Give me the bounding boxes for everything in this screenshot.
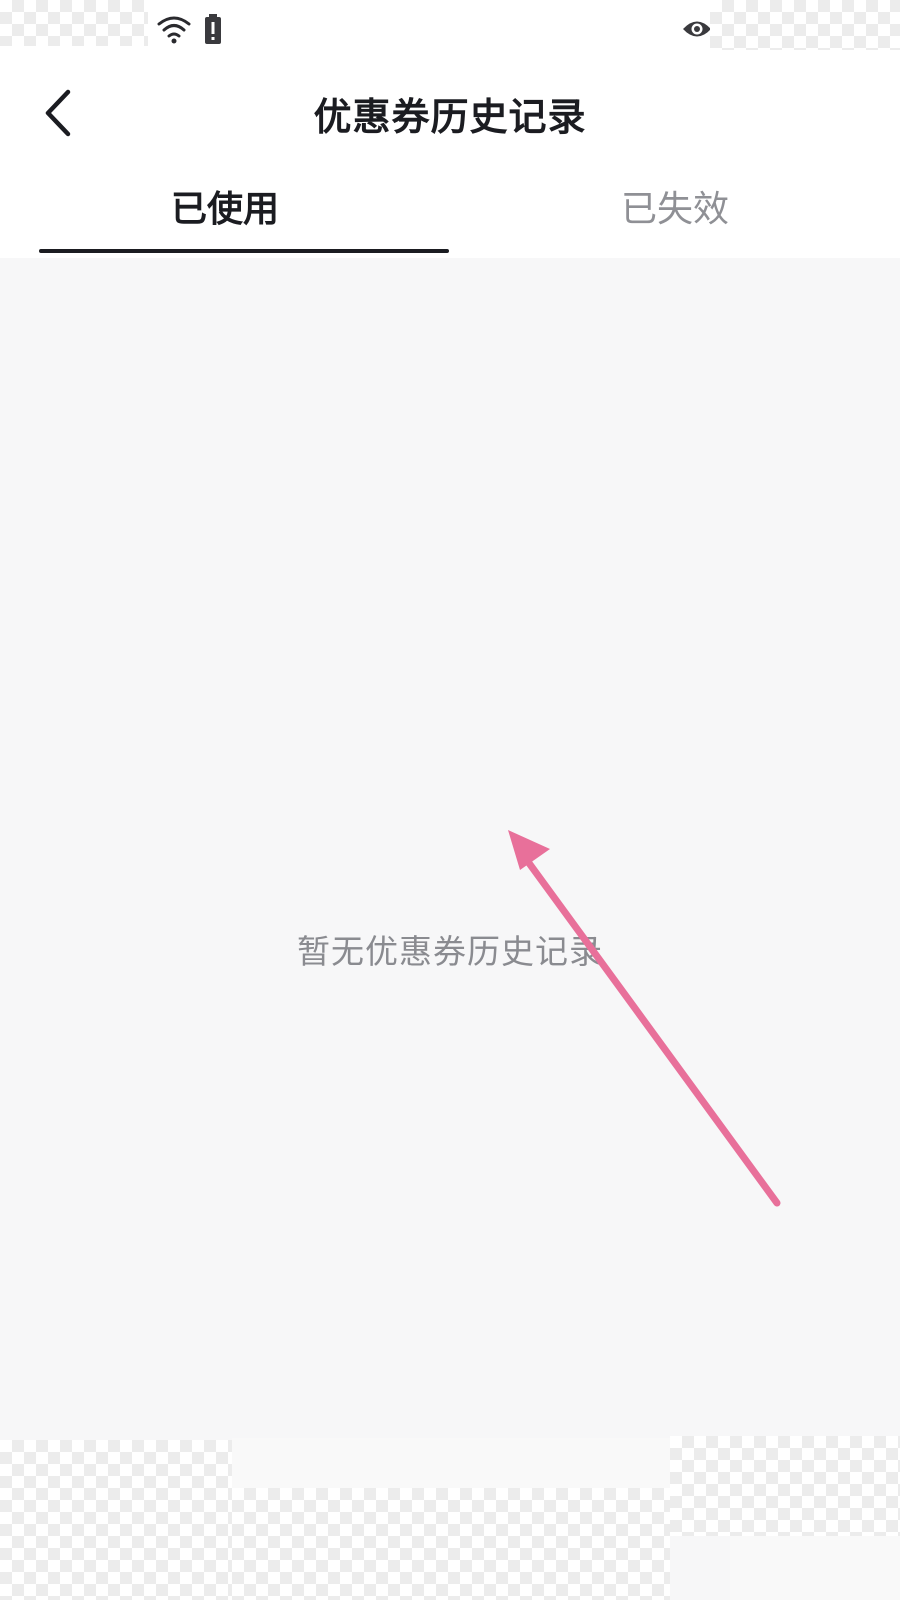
bottom-blank-middle [232,1488,670,1600]
bottom-blank-corner [730,1536,900,1600]
tab-expired[interactable]: 已失效 [450,180,900,258]
eye-icon [682,18,712,44]
page-title: 优惠券历史记录 [313,95,587,139]
header: 优惠券历史记录 已使用 已失效 [0,60,900,258]
bottom-blank-center [232,1438,670,1488]
bottom-blank-right [670,1436,900,1536]
status-bar-right-blank [710,0,900,50]
tab-used-label: 已使用 [170,189,279,230]
bottom-blank-left [0,1440,232,1600]
battery-alert-icon [204,14,222,50]
tab-expired-label: 已失效 [620,189,729,230]
tab-bar: 已使用 已失效 [0,180,900,258]
wifi-icon [156,14,192,50]
empty-state-message: 暂无优惠券历史记录 [297,932,603,971]
status-bar-left-blank [0,0,148,46]
tab-used[interactable]: 已使用 [0,180,450,258]
active-tab-indicator [39,249,449,253]
status-bar [0,0,900,60]
